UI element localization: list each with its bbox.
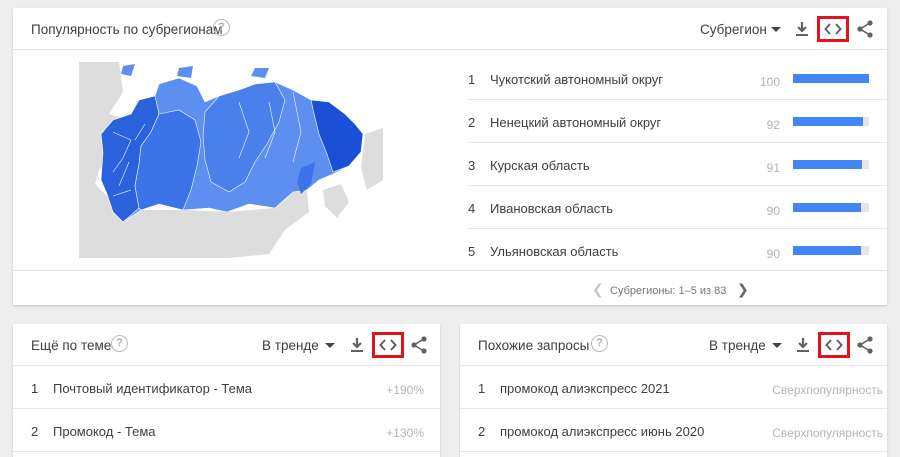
list-item[interactable]: 1 Чукотский автономный округ 100	[468, 57, 887, 100]
download-icon[interactable]	[347, 335, 367, 355]
caret-down-icon[interactable]	[325, 343, 335, 348]
region-name[interactable]: Ненецкий автономный округ	[490, 115, 661, 130]
value-bar	[793, 160, 863, 169]
embed-highlight-box	[818, 332, 850, 358]
value-bar	[793, 74, 869, 83]
value-bar-track	[793, 74, 869, 83]
related-topics-card: Ещё по теме ? В тренде 1 Почтовый иденти…	[13, 324, 440, 457]
rank-number: 4	[468, 201, 476, 216]
topic-name[interactable]: Промокод - Тема	[53, 424, 156, 439]
card-title: Популярность по субрегионам	[31, 22, 223, 37]
rank-number: 3	[468, 158, 476, 173]
region-name[interactable]: Курская область	[490, 158, 590, 173]
query-name[interactable]: промокод алиэкспресс 2021	[500, 381, 670, 396]
download-icon[interactable]	[792, 19, 812, 39]
embed-highlight-box	[372, 332, 404, 358]
region-name[interactable]: Ивановская область	[490, 201, 613, 216]
list-item[interactable]: 2 Ненецкий автономный округ 92	[468, 100, 887, 143]
pagination-label: Субрегионы: 1–5 из 83	[610, 285, 727, 297]
list-item[interactable]: 2 промокод алиэкспресс июнь 2020 Сверхпо…	[460, 409, 887, 452]
share-icon[interactable]	[409, 335, 429, 355]
region-value: 90	[766, 247, 780, 261]
subregion-map[interactable]	[79, 62, 383, 258]
topic-name[interactable]: Почтовый идентификатор - Тема	[53, 381, 252, 396]
topic-growth: +190%	[386, 383, 424, 397]
value-bar	[793, 246, 862, 255]
value-bar-track	[793, 160, 869, 169]
trending-dropdown[interactable]: В тренде	[262, 338, 319, 353]
list-item[interactable]: 5 Ульяновская область 90	[468, 229, 887, 272]
query-name[interactable]: промокод алиэкспресс июнь 2020	[500, 424, 704, 439]
list-item[interactable]: 3 Курская область 91	[468, 143, 887, 186]
value-bar-track	[793, 203, 869, 212]
rank-number: 1	[468, 72, 476, 87]
download-icon[interactable]	[793, 335, 813, 355]
region-name[interactable]: Чукотский автономный округ	[490, 72, 663, 87]
card-header: Похожие запросы ? В тренде	[460, 324, 887, 366]
value-bar-track	[793, 246, 869, 255]
rank-number: 1	[31, 381, 39, 396]
region-value: 100	[759, 75, 780, 89]
value-bar	[793, 117, 863, 126]
card-header: Ещё по теме ? В тренде	[13, 324, 440, 366]
share-icon[interactable]	[855, 335, 875, 355]
related-queries-card: Похожие запросы ? В тренде 1 промокод ал…	[460, 324, 887, 457]
help-circle-icon[interactable]: ?	[111, 335, 128, 352]
rank-number: 5	[468, 244, 476, 259]
pagination: ❮ Субрегионы: 1–5 из 83 ❯	[13, 270, 887, 305]
chevron-right-icon[interactable]: ❯	[737, 281, 749, 298]
help-circle-icon[interactable]: ?	[213, 19, 230, 36]
card-title: Ещё по теме	[31, 338, 112, 353]
card-title: Похожие запросы	[478, 338, 590, 353]
embed-highlight-box	[817, 16, 849, 42]
card-header: Популярность по субрегионам ? Субрегион	[13, 8, 887, 50]
rank-number: 1	[478, 381, 486, 396]
caret-down-icon[interactable]	[772, 343, 782, 348]
list-item[interactable]: 4 Ивановская область 90	[468, 186, 887, 229]
trending-dropdown[interactable]: В тренде	[709, 338, 766, 353]
query-growth: Сверхпопулярность	[772, 426, 883, 440]
region-value: 92	[766, 118, 780, 132]
region-name[interactable]: Ульяновская область	[490, 244, 618, 259]
region-value: 91	[766, 161, 780, 175]
query-growth: Сверхпопулярность	[772, 383, 883, 397]
subregion-dropdown[interactable]: Субрегион	[700, 22, 767, 37]
rank-number: 2	[468, 115, 476, 130]
rank-number: 2	[31, 424, 39, 439]
value-bar-track	[793, 117, 869, 126]
subregion-interest-card: Популярность по субрегионам ? Субрегион	[13, 8, 887, 305]
share-icon[interactable]	[855, 19, 875, 39]
list-item[interactable]: 1 промокод алиэкспресс 2021 Сверхпопуляр…	[460, 366, 887, 409]
region-value: 90	[766, 204, 780, 218]
topic-growth: +130%	[386, 426, 424, 440]
list-item[interactable]: 1 Почтовый идентификатор - Тема +190%	[13, 366, 440, 409]
chevron-left-icon[interactable]: ❮	[592, 281, 604, 298]
help-circle-icon[interactable]: ?	[591, 335, 608, 352]
rank-number: 2	[478, 424, 486, 439]
value-bar	[793, 203, 862, 212]
caret-down-icon[interactable]	[771, 27, 781, 32]
list-item[interactable]: 2 Промокод - Тема +130%	[13, 409, 440, 452]
